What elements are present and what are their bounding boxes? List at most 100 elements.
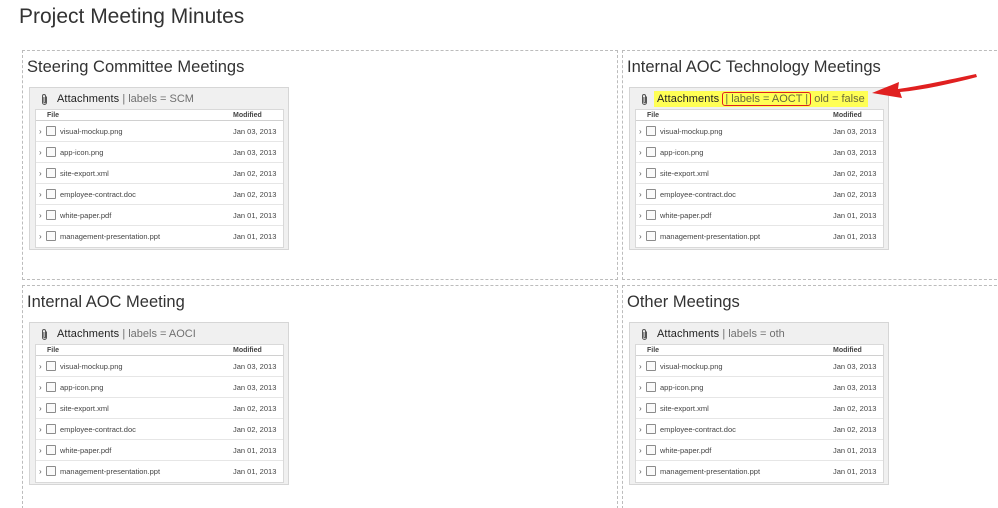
expand-chevron-icon[interactable]: › <box>39 232 42 241</box>
expand-chevron-icon[interactable]: › <box>39 190 42 199</box>
expand-chevron-icon[interactable]: › <box>39 425 42 434</box>
column-header-file[interactable]: File <box>647 347 659 354</box>
file-name-link[interactable]: app-icon.png <box>660 148 703 157</box>
table-row[interactable]: › app-icon.png Jan 03, 2013 <box>636 142 883 163</box>
expand-chevron-icon[interactable]: › <box>39 467 42 476</box>
table-row[interactable]: › employee-contract.doc Jan 02, 2013 <box>636 419 883 440</box>
column-header-modified[interactable]: Modified <box>233 347 262 354</box>
table-row[interactable]: › white-paper.pdf Jan 01, 2013 <box>36 440 283 461</box>
expand-chevron-icon[interactable]: › <box>39 383 42 392</box>
expand-chevron-icon[interactable]: › <box>639 467 642 476</box>
expand-chevron-icon[interactable]: › <box>639 404 642 413</box>
file-name-link[interactable]: site-export.xml <box>60 169 109 178</box>
file-name-link[interactable]: employee-contract.doc <box>660 425 736 434</box>
expand-chevron-icon[interactable]: › <box>39 446 42 455</box>
expand-chevron-icon[interactable]: › <box>639 232 642 241</box>
image-icon <box>46 361 56 371</box>
section-internal-aoc-meeting: Internal AOC Meeting Attachments | label… <box>22 285 618 508</box>
table-row[interactable]: › employee-contract.doc Jan 02, 2013 <box>36 184 283 205</box>
table-row[interactable]: › management-presentation.ppt Jan 01, 2013 <box>636 461 883 482</box>
table-header: File Modified <box>636 345 883 356</box>
expand-chevron-icon[interactable]: › <box>639 383 642 392</box>
file-name-link[interactable]: employee-contract.doc <box>60 190 136 199</box>
file-name-link[interactable]: visual-mockup.png <box>60 127 123 136</box>
table-row[interactable]: › employee-contract.doc Jan 02, 2013 <box>636 184 883 205</box>
column-header-modified[interactable]: Modified <box>833 347 862 354</box>
expand-chevron-icon[interactable]: › <box>639 127 642 136</box>
highlighted-macro-parameters: Attachments | labels = AOCT | old = fals… <box>654 91 868 107</box>
labels-filter: | labels = AOCT | <box>725 93 809 105</box>
table-row[interactable]: › management-presentation.ppt Jan 01, 2013 <box>636 226 883 247</box>
column-header-file[interactable]: File <box>47 112 59 119</box>
file-name-link[interactable]: visual-mockup.png <box>60 362 123 371</box>
file-name-link[interactable]: visual-mockup.png <box>660 362 723 371</box>
file-name-link[interactable]: white-paper.pdf <box>660 446 711 455</box>
file-name-link[interactable]: employee-contract.doc <box>60 425 136 434</box>
table-row[interactable]: › visual-mockup.png Jan 03, 2013 <box>636 121 883 142</box>
expand-chevron-icon[interactable]: › <box>39 148 42 157</box>
table-row[interactable]: › app-icon.png Jan 03, 2013 <box>636 377 883 398</box>
file-name-link[interactable]: management-presentation.ppt <box>660 467 760 476</box>
file-name-link[interactable]: white-paper.pdf <box>60 446 111 455</box>
file-modified-date: Jan 01, 2013 <box>233 232 277 241</box>
attachments-macro: Attachments | labels = AOCI File Modified… <box>29 322 289 485</box>
table-row[interactable]: › employee-contract.doc Jan 02, 2013 <box>36 419 283 440</box>
table-row[interactable]: › app-icon.png Jan 03, 2013 <box>36 377 283 398</box>
table-row[interactable]: › white-paper.pdf Jan 01, 2013 <box>36 205 283 226</box>
paperclip-icon <box>640 328 649 341</box>
file-modified-date: Jan 01, 2013 <box>233 446 277 455</box>
file-name-link[interactable]: employee-contract.doc <box>660 190 736 199</box>
column-header-file[interactable]: File <box>47 347 59 354</box>
expand-chevron-icon[interactable]: › <box>639 190 642 199</box>
table-row[interactable]: › site-export.xml Jan 02, 2013 <box>36 163 283 184</box>
table-row[interactable]: › site-export.xml Jan 02, 2013 <box>36 398 283 419</box>
table-row[interactable]: › visual-mockup.png Jan 03, 2013 <box>36 121 283 142</box>
paperclip-icon <box>640 93 649 106</box>
table-row[interactable]: › white-paper.pdf Jan 01, 2013 <box>636 205 883 226</box>
file-modified-date: Jan 02, 2013 <box>833 169 877 178</box>
expand-chevron-icon[interactable]: › <box>39 404 42 413</box>
expand-chevron-icon[interactable]: › <box>639 211 642 220</box>
file-name-link[interactable]: management-presentation.ppt <box>60 232 160 241</box>
expand-chevron-icon[interactable]: › <box>639 425 642 434</box>
table-row[interactable]: › management-presentation.ppt Jan 01, 2013 <box>36 226 283 247</box>
image-icon <box>46 147 56 157</box>
table-row[interactable]: › management-presentation.ppt Jan 01, 2013 <box>36 461 283 482</box>
file-name-link[interactable]: app-icon.png <box>60 148 103 157</box>
table-row[interactable]: › visual-mockup.png Jan 03, 2013 <box>36 356 283 377</box>
file-name-link[interactable]: visual-mockup.png <box>660 127 723 136</box>
file-name-link[interactable]: site-export.xml <box>60 404 109 413</box>
expand-chevron-icon[interactable]: › <box>639 362 642 371</box>
file-modified-date: Jan 03, 2013 <box>233 148 277 157</box>
file-name-link[interactable]: white-paper.pdf <box>660 211 711 220</box>
column-header-modified[interactable]: Modified <box>833 112 862 119</box>
file-name-link[interactable]: management-presentation.ppt <box>60 467 160 476</box>
table-row[interactable]: › app-icon.png Jan 03, 2013 <box>36 142 283 163</box>
file-modified-date: Jan 03, 2013 <box>233 362 277 371</box>
table-row[interactable]: › visual-mockup.png Jan 03, 2013 <box>636 356 883 377</box>
expand-chevron-icon[interactable]: › <box>39 127 42 136</box>
expand-chevron-icon[interactable]: › <box>639 446 642 455</box>
column-header-file[interactable]: File <box>647 112 659 119</box>
file-name-link[interactable]: white-paper.pdf <box>60 211 111 220</box>
section-title: Internal AOC Technology Meetings <box>627 58 881 76</box>
expand-chevron-icon[interactable]: › <box>639 148 642 157</box>
column-header-modified[interactable]: Modified <box>233 112 262 119</box>
expand-chevron-icon[interactable]: › <box>39 211 42 220</box>
macro-header: Attachments | labels = AOCI <box>30 325 288 343</box>
expand-chevron-icon[interactable]: › <box>639 169 642 178</box>
file-name-link[interactable]: management-presentation.ppt <box>660 232 760 241</box>
table-row[interactable]: › white-paper.pdf Jan 01, 2013 <box>636 440 883 461</box>
labels-filter: | labels = AOCI <box>122 328 196 340</box>
expand-chevron-icon[interactable]: › <box>39 169 42 178</box>
pdf-file-icon <box>46 445 56 455</box>
file-name-link[interactable]: site-export.xml <box>660 404 709 413</box>
section-title: Internal AOC Meeting <box>27 293 185 311</box>
file-name-link[interactable]: site-export.xml <box>660 169 709 178</box>
table-row[interactable]: › site-export.xml Jan 02, 2013 <box>636 398 883 419</box>
file-name-link[interactable]: app-icon.png <box>60 383 103 392</box>
table-row[interactable]: › site-export.xml Jan 02, 2013 <box>636 163 883 184</box>
expand-chevron-icon[interactable]: › <box>39 362 42 371</box>
table-header: File Modified <box>36 345 283 356</box>
file-name-link[interactable]: app-icon.png <box>660 383 703 392</box>
